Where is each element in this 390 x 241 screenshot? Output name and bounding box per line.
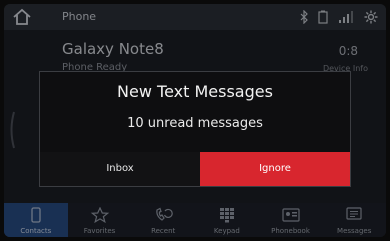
inbox-button[interactable]: Inbox xyxy=(40,152,200,186)
dialog-title: New Text Messages xyxy=(117,82,273,101)
dialog-message: 10 unread messages xyxy=(127,116,263,131)
ignore-button[interactable]: Ignore xyxy=(200,152,350,186)
new-messages-dialog: New Text Messages 10 unread messages Inb… xyxy=(39,71,351,187)
phone-screen: Phone Galaxy Note8 Phone Ready 0:8 Devic… xyxy=(4,4,386,237)
